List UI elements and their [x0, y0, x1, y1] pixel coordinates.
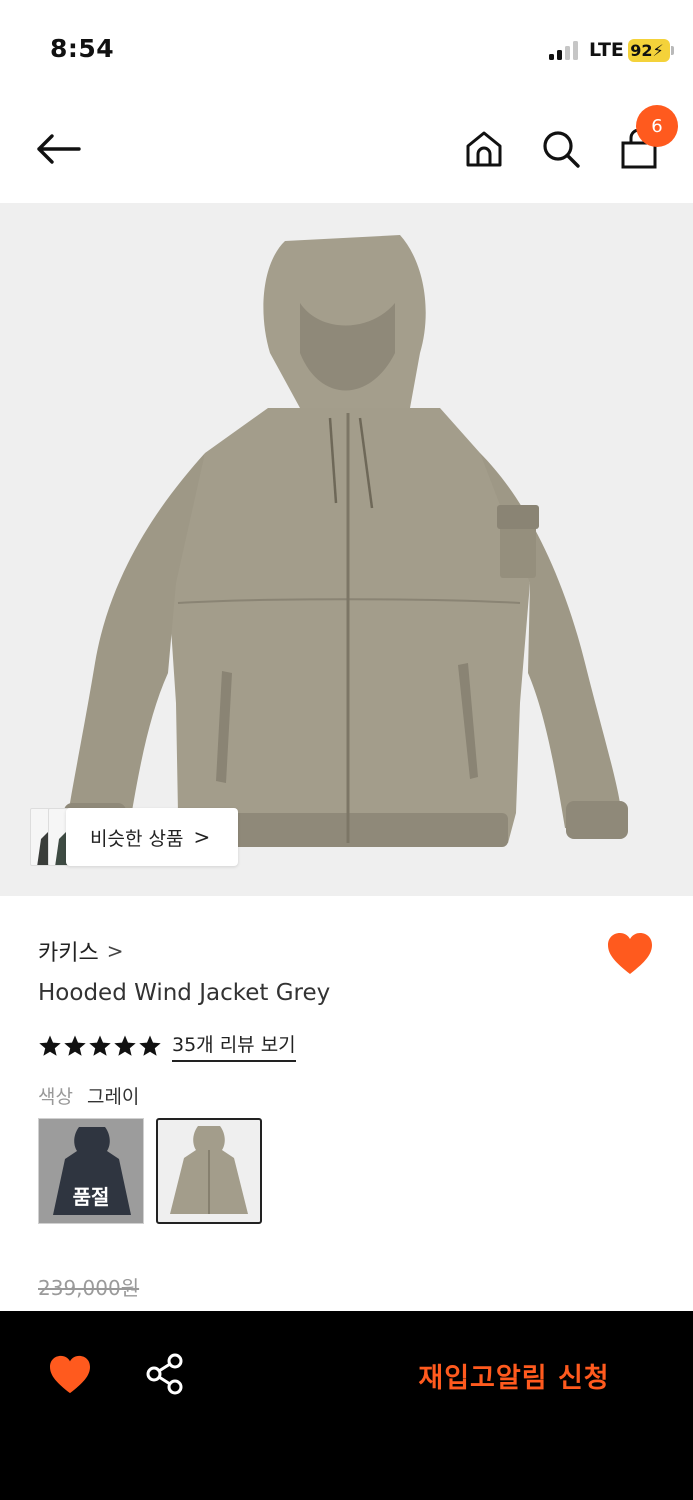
- status-time: 8:54: [50, 34, 115, 63]
- charging-bolt-icon: ⚡: [652, 41, 664, 60]
- color-swatch-grey[interactable]: [156, 1118, 262, 1224]
- back-button[interactable]: [30, 123, 86, 175]
- share-icon: [146, 1353, 183, 1395]
- star-icon: [39, 1035, 61, 1056]
- share-button[interactable]: [145, 1353, 187, 1395]
- star-icon: [114, 1035, 136, 1056]
- star-icon: [64, 1035, 86, 1056]
- bottom-action-bar: 재입고알림 신청: [0, 1311, 693, 1500]
- brand-link[interactable]: 카키스 >: [38, 935, 124, 967]
- restock-alert-button[interactable]: 재입고알림 신청: [394, 1351, 634, 1399]
- arrow-left-icon: [37, 134, 81, 164]
- original-price: 239,000원: [38, 1276, 140, 1300]
- product-image[interactable]: 비슷한 상품 >: [0, 203, 693, 896]
- chevron-right-icon: >: [193, 825, 211, 849]
- jacket-photo: [64, 235, 628, 847]
- star-icon: [139, 1035, 161, 1056]
- heart-icon: [608, 933, 652, 974]
- battery-level: 92: [630, 41, 653, 60]
- color-label: 색상: [38, 1086, 73, 1108]
- star-icon: [89, 1035, 111, 1056]
- star-rating: [38, 1034, 163, 1058]
- review-link[interactable]: 35개 리뷰 보기: [172, 1030, 296, 1062]
- search-button[interactable]: [537, 123, 585, 175]
- bottom-wishlist-button[interactable]: [48, 1355, 92, 1395]
- heart-icon: [50, 1355, 90, 1394]
- similar-products-label: 비슷한 상품: [90, 827, 184, 850]
- chevron-right-icon: >: [106, 939, 124, 963]
- similar-products-button[interactable]: 비슷한 상품 >: [66, 808, 238, 866]
- home-icon: [466, 131, 502, 167]
- search-icon: [543, 131, 580, 168]
- home-button[interactable]: [460, 123, 508, 175]
- network-type: LTE: [589, 39, 624, 61]
- cart-count-badge: 6: [636, 105, 678, 147]
- top-nav: [0, 95, 693, 203]
- signal-strength-icon: [549, 40, 581, 60]
- swatch-jacket-image: [170, 1126, 248, 1214]
- color-row: 색상 그레이: [38, 1082, 139, 1109]
- brand-name: 카키스: [38, 941, 99, 966]
- color-swatch-navy[interactable]: 품절: [38, 1118, 144, 1224]
- sold-out-label: 품절: [72, 1185, 110, 1209]
- wishlist-button[interactable]: [606, 932, 654, 976]
- status-bar: 8:54 LTE 92 ⚡: [0, 0, 693, 95]
- battery-indicator: 92 ⚡: [628, 39, 670, 62]
- rating-row: 35개 리뷰 보기: [38, 1030, 296, 1062]
- color-value: 그레이: [86, 1086, 140, 1108]
- product-name: Hooded Wind Jacket Grey: [38, 980, 331, 1006]
- battery-nub: [671, 46, 674, 55]
